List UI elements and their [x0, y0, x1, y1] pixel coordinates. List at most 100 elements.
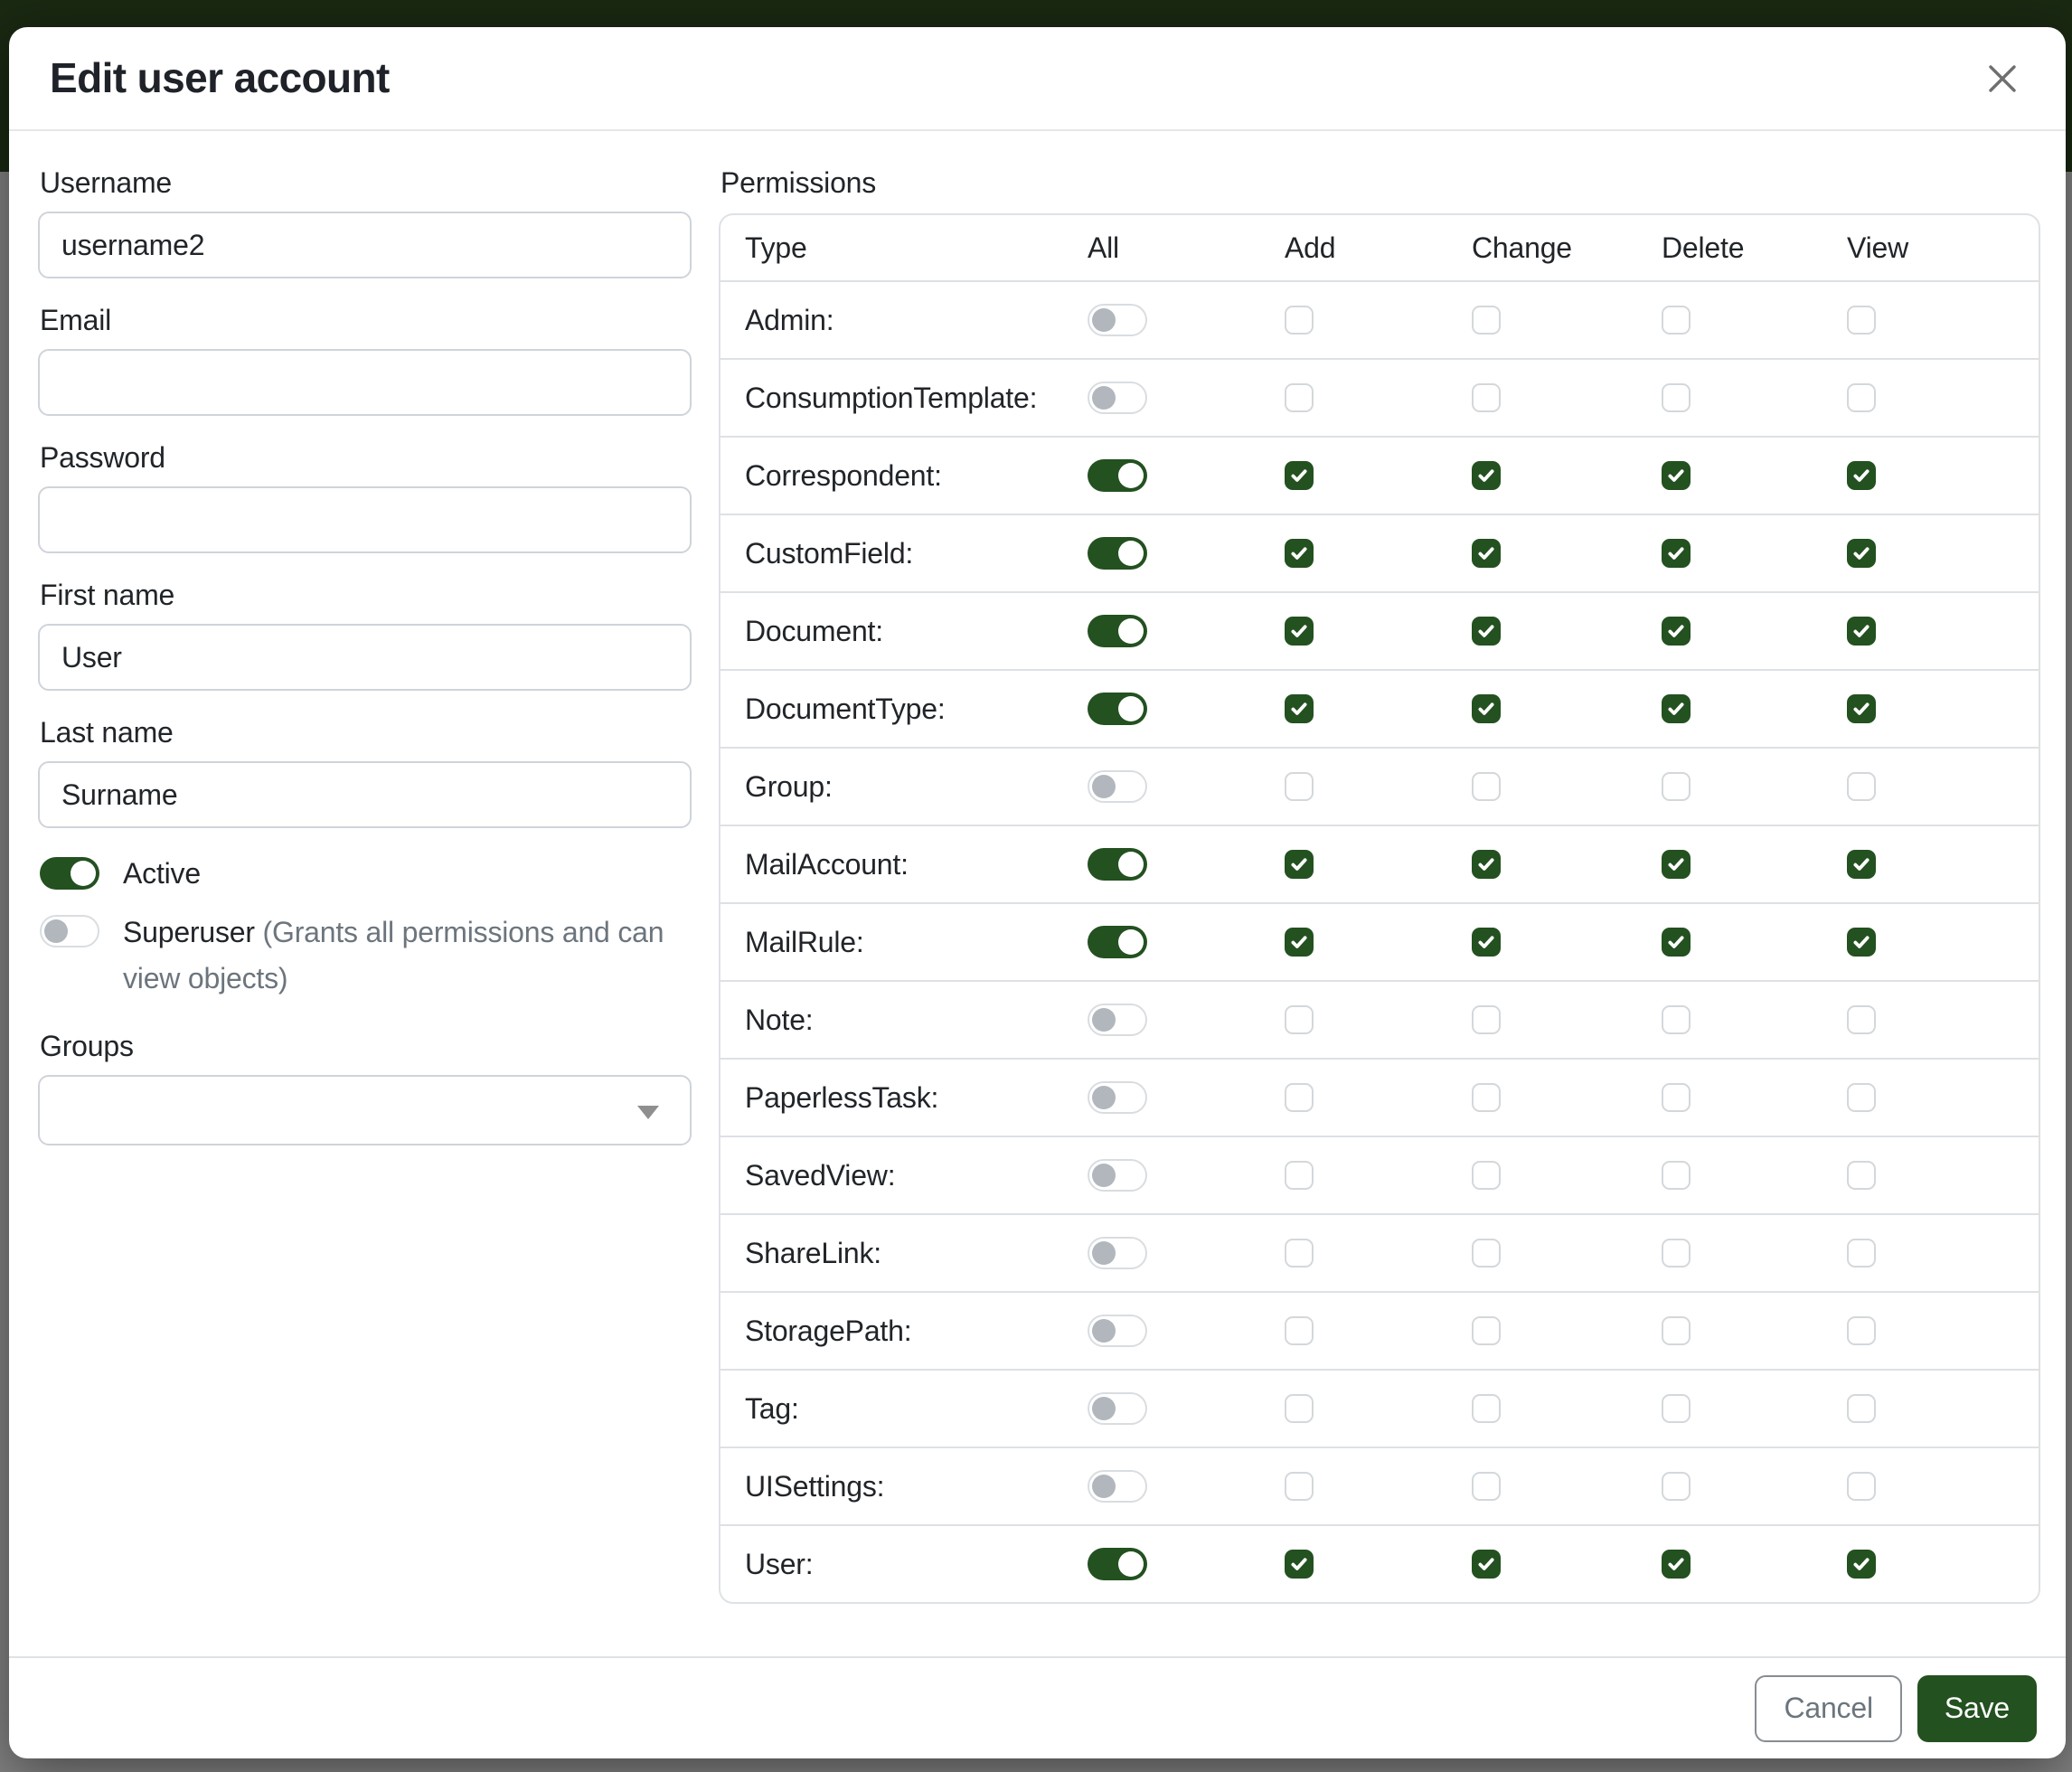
- note-delete-checkbox[interactable]: [1662, 1005, 1691, 1034]
- savedview-view-checkbox[interactable]: [1847, 1161, 1876, 1190]
- correspondent-view-checkbox[interactable]: [1847, 461, 1876, 490]
- permission-type-label: Note:: [745, 998, 1088, 1042]
- storagepath-delete-checkbox[interactable]: [1662, 1316, 1691, 1345]
- mailrule-all-toggle[interactable]: [1088, 926, 1147, 958]
- documenttype-add-checkbox[interactable]: [1285, 694, 1314, 723]
- password-input[interactable]: [38, 486, 692, 553]
- consumptiontemplate-change-checkbox[interactable]: [1472, 383, 1501, 412]
- superuser-toggle[interactable]: [40, 915, 99, 947]
- first-name-input[interactable]: [38, 624, 692, 691]
- save-button[interactable]: Save: [1917, 1675, 2037, 1742]
- permission-row-group: Group:: [720, 747, 2039, 825]
- sharelink-change-checkbox[interactable]: [1472, 1239, 1501, 1268]
- storagepath-change-checkbox[interactable]: [1472, 1316, 1501, 1345]
- paperlesstask-change-checkbox[interactable]: [1472, 1083, 1501, 1112]
- document-view-checkbox[interactable]: [1847, 617, 1876, 646]
- consumptiontemplate-view-checkbox[interactable]: [1847, 383, 1876, 412]
- customfield-all-toggle[interactable]: [1088, 537, 1147, 570]
- groups-select[interactable]: [38, 1075, 692, 1145]
- group-view-checkbox[interactable]: [1847, 772, 1876, 801]
- tag-change-checkbox[interactable]: [1472, 1394, 1501, 1423]
- customfield-delete-checkbox[interactable]: [1662, 539, 1691, 568]
- tag-add-checkbox[interactable]: [1285, 1394, 1314, 1423]
- document-all-toggle[interactable]: [1088, 615, 1147, 647]
- sharelink-delete-checkbox[interactable]: [1662, 1239, 1691, 1268]
- correspondent-change-checkbox[interactable]: [1472, 461, 1501, 490]
- correspondent-delete-checkbox[interactable]: [1662, 461, 1691, 490]
- group-all-toggle[interactable]: [1088, 770, 1147, 803]
- group-change-checkbox[interactable]: [1472, 772, 1501, 801]
- sharelink-add-checkbox[interactable]: [1285, 1239, 1314, 1268]
- document-delete-checkbox[interactable]: [1662, 617, 1691, 646]
- correspondent-all-toggle[interactable]: [1088, 459, 1147, 492]
- sharelink-view-checkbox[interactable]: [1847, 1239, 1876, 1268]
- consumptiontemplate-delete-checkbox[interactable]: [1662, 383, 1691, 412]
- consumptiontemplate-add-checkbox[interactable]: [1285, 383, 1314, 412]
- cancel-button[interactable]: Cancel: [1755, 1675, 1901, 1742]
- customfield-change-checkbox[interactable]: [1472, 539, 1501, 568]
- tag-view-checkbox[interactable]: [1847, 1394, 1876, 1423]
- user-view-checkbox[interactable]: [1847, 1550, 1876, 1579]
- admin-add-checkbox[interactable]: [1285, 306, 1314, 335]
- storagepath-all-toggle[interactable]: [1088, 1315, 1147, 1347]
- paperlesstask-all-toggle[interactable]: [1088, 1081, 1147, 1114]
- documenttype-view-checkbox[interactable]: [1847, 694, 1876, 723]
- savedview-all-toggle[interactable]: [1088, 1159, 1147, 1192]
- user-delete-checkbox[interactable]: [1662, 1550, 1691, 1579]
- documenttype-delete-checkbox[interactable]: [1662, 694, 1691, 723]
- user-add-checkbox[interactable]: [1285, 1550, 1314, 1579]
- group-delete-checkbox[interactable]: [1662, 772, 1691, 801]
- paperlesstask-add-checkbox[interactable]: [1285, 1083, 1314, 1112]
- mailaccount-add-checkbox[interactable]: [1285, 850, 1314, 879]
- admin-all-toggle[interactable]: [1088, 304, 1147, 336]
- paperlesstask-view-checkbox[interactable]: [1847, 1083, 1876, 1112]
- username-input[interactable]: [38, 212, 692, 278]
- mailaccount-all-toggle[interactable]: [1088, 848, 1147, 881]
- storagepath-add-checkbox[interactable]: [1285, 1316, 1314, 1345]
- tag-all-toggle[interactable]: [1088, 1392, 1147, 1425]
- mailaccount-change-checkbox[interactable]: [1472, 850, 1501, 879]
- group-add-checkbox[interactable]: [1285, 772, 1314, 801]
- savedview-delete-checkbox[interactable]: [1662, 1161, 1691, 1190]
- note-all-toggle[interactable]: [1088, 1004, 1147, 1036]
- uisettings-change-checkbox[interactable]: [1472, 1472, 1501, 1501]
- last-name-input[interactable]: [38, 761, 692, 828]
- storagepath-view-checkbox[interactable]: [1847, 1316, 1876, 1345]
- documenttype-all-toggle[interactable]: [1088, 693, 1147, 725]
- consumptiontemplate-all-toggle[interactable]: [1088, 382, 1147, 414]
- paperlesstask-delete-checkbox[interactable]: [1662, 1083, 1691, 1112]
- mailrule-delete-checkbox[interactable]: [1662, 928, 1691, 957]
- close-button[interactable]: [1975, 52, 2030, 106]
- user-change-checkbox[interactable]: [1472, 1550, 1501, 1579]
- customfield-view-checkbox[interactable]: [1847, 539, 1876, 568]
- mailaccount-delete-checkbox[interactable]: [1662, 850, 1691, 879]
- uisettings-all-toggle[interactable]: [1088, 1470, 1147, 1503]
- uisettings-delete-checkbox[interactable]: [1662, 1472, 1691, 1501]
- documenttype-change-checkbox[interactable]: [1472, 694, 1501, 723]
- mailrule-change-checkbox[interactable]: [1472, 928, 1501, 957]
- correspondent-add-checkbox[interactable]: [1285, 461, 1314, 490]
- admin-delete-checkbox[interactable]: [1662, 306, 1691, 335]
- admin-change-checkbox[interactable]: [1472, 306, 1501, 335]
- document-change-checkbox[interactable]: [1472, 617, 1501, 646]
- email-input[interactable]: [38, 349, 692, 416]
- uisettings-view-checkbox[interactable]: [1847, 1472, 1876, 1501]
- toggle-knob: [1118, 696, 1144, 721]
- active-toggle[interactable]: [40, 857, 99, 890]
- savedview-add-checkbox[interactable]: [1285, 1161, 1314, 1190]
- document-add-checkbox[interactable]: [1285, 617, 1314, 646]
- note-add-checkbox[interactable]: [1285, 1005, 1314, 1034]
- first-name-group: First name: [38, 577, 692, 691]
- mailrule-view-checkbox[interactable]: [1847, 928, 1876, 957]
- customfield-add-checkbox[interactable]: [1285, 539, 1314, 568]
- user-all-toggle[interactable]: [1088, 1548, 1147, 1580]
- tag-delete-checkbox[interactable]: [1662, 1394, 1691, 1423]
- admin-view-checkbox[interactable]: [1847, 306, 1876, 335]
- mailrule-add-checkbox[interactable]: [1285, 928, 1314, 957]
- savedview-change-checkbox[interactable]: [1472, 1161, 1501, 1190]
- note-change-checkbox[interactable]: [1472, 1005, 1501, 1034]
- sharelink-all-toggle[interactable]: [1088, 1237, 1147, 1269]
- note-view-checkbox[interactable]: [1847, 1005, 1876, 1034]
- uisettings-add-checkbox[interactable]: [1285, 1472, 1314, 1501]
- mailaccount-view-checkbox[interactable]: [1847, 850, 1876, 879]
